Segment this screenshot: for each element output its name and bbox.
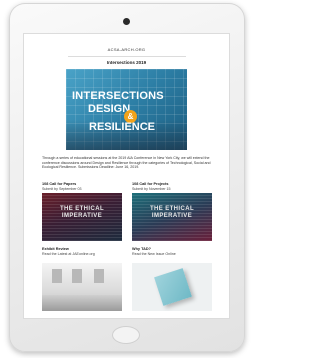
journal-book (154, 268, 192, 306)
card-why-tad[interactable]: Why TAD? Read the New Issue Online (132, 247, 212, 313)
gallery-artwork (52, 269, 62, 283)
hero-banner[interactable]: INTERSECTIONS DESIGN & RESILIENCE (66, 69, 187, 150)
gallery-artwork (72, 269, 82, 283)
card-call-for-papers[interactable]: 108 Call for Papers Submit by September … (42, 182, 122, 242)
tablet-device: ACSA-ARCH.ORG Intersections 2019 INTERSE… (9, 3, 245, 352)
thumb-caption: THE ETHICAL IMPERATIVE (149, 206, 195, 219)
card-subtitle: Submit by September 03 (42, 186, 82, 191)
gallery-artwork (94, 269, 104, 283)
card-call-for-projects[interactable]: 108 Call for Projects Submit by November… (132, 182, 212, 242)
banner-title-line3: RESILIENCE (89, 121, 156, 133)
banner-title-line1: INTERSECTIONS (72, 90, 164, 102)
header-divider (68, 56, 186, 57)
gallery-floor (42, 295, 122, 311)
camera-icon (123, 18, 130, 25)
card-subtitle: Read the New Issue Online (132, 251, 176, 256)
card-exhibit-review[interactable]: Exhibit Review Read the Latest at JAEonl… (42, 247, 122, 313)
site-name[interactable]: ACSA-ARCH.ORG (24, 47, 229, 52)
card-subtitle: Read the Latest at JAEonline.org (42, 251, 95, 256)
thumb-caption: THE ETHICAL IMPERATIVE (59, 206, 105, 219)
home-button[interactable] (112, 326, 140, 344)
issue-title: Intersections 2019 (106, 60, 147, 65)
intro-paragraph: Through a series of educational sessions… (42, 156, 211, 170)
ethical-imperative-image[interactable]: THE ETHICAL IMPERATIVE (42, 193, 122, 241)
email-screen: ACSA-ARCH.ORG Intersections 2019 INTERSE… (24, 34, 229, 318)
gallery-image[interactable] (42, 263, 122, 311)
ethical-imperative-image[interactable]: THE ETHICAL IMPERATIVE (132, 193, 212, 241)
card-subtitle: Submit by November 15 (132, 186, 171, 191)
journal-cover-image[interactable] (132, 263, 212, 311)
